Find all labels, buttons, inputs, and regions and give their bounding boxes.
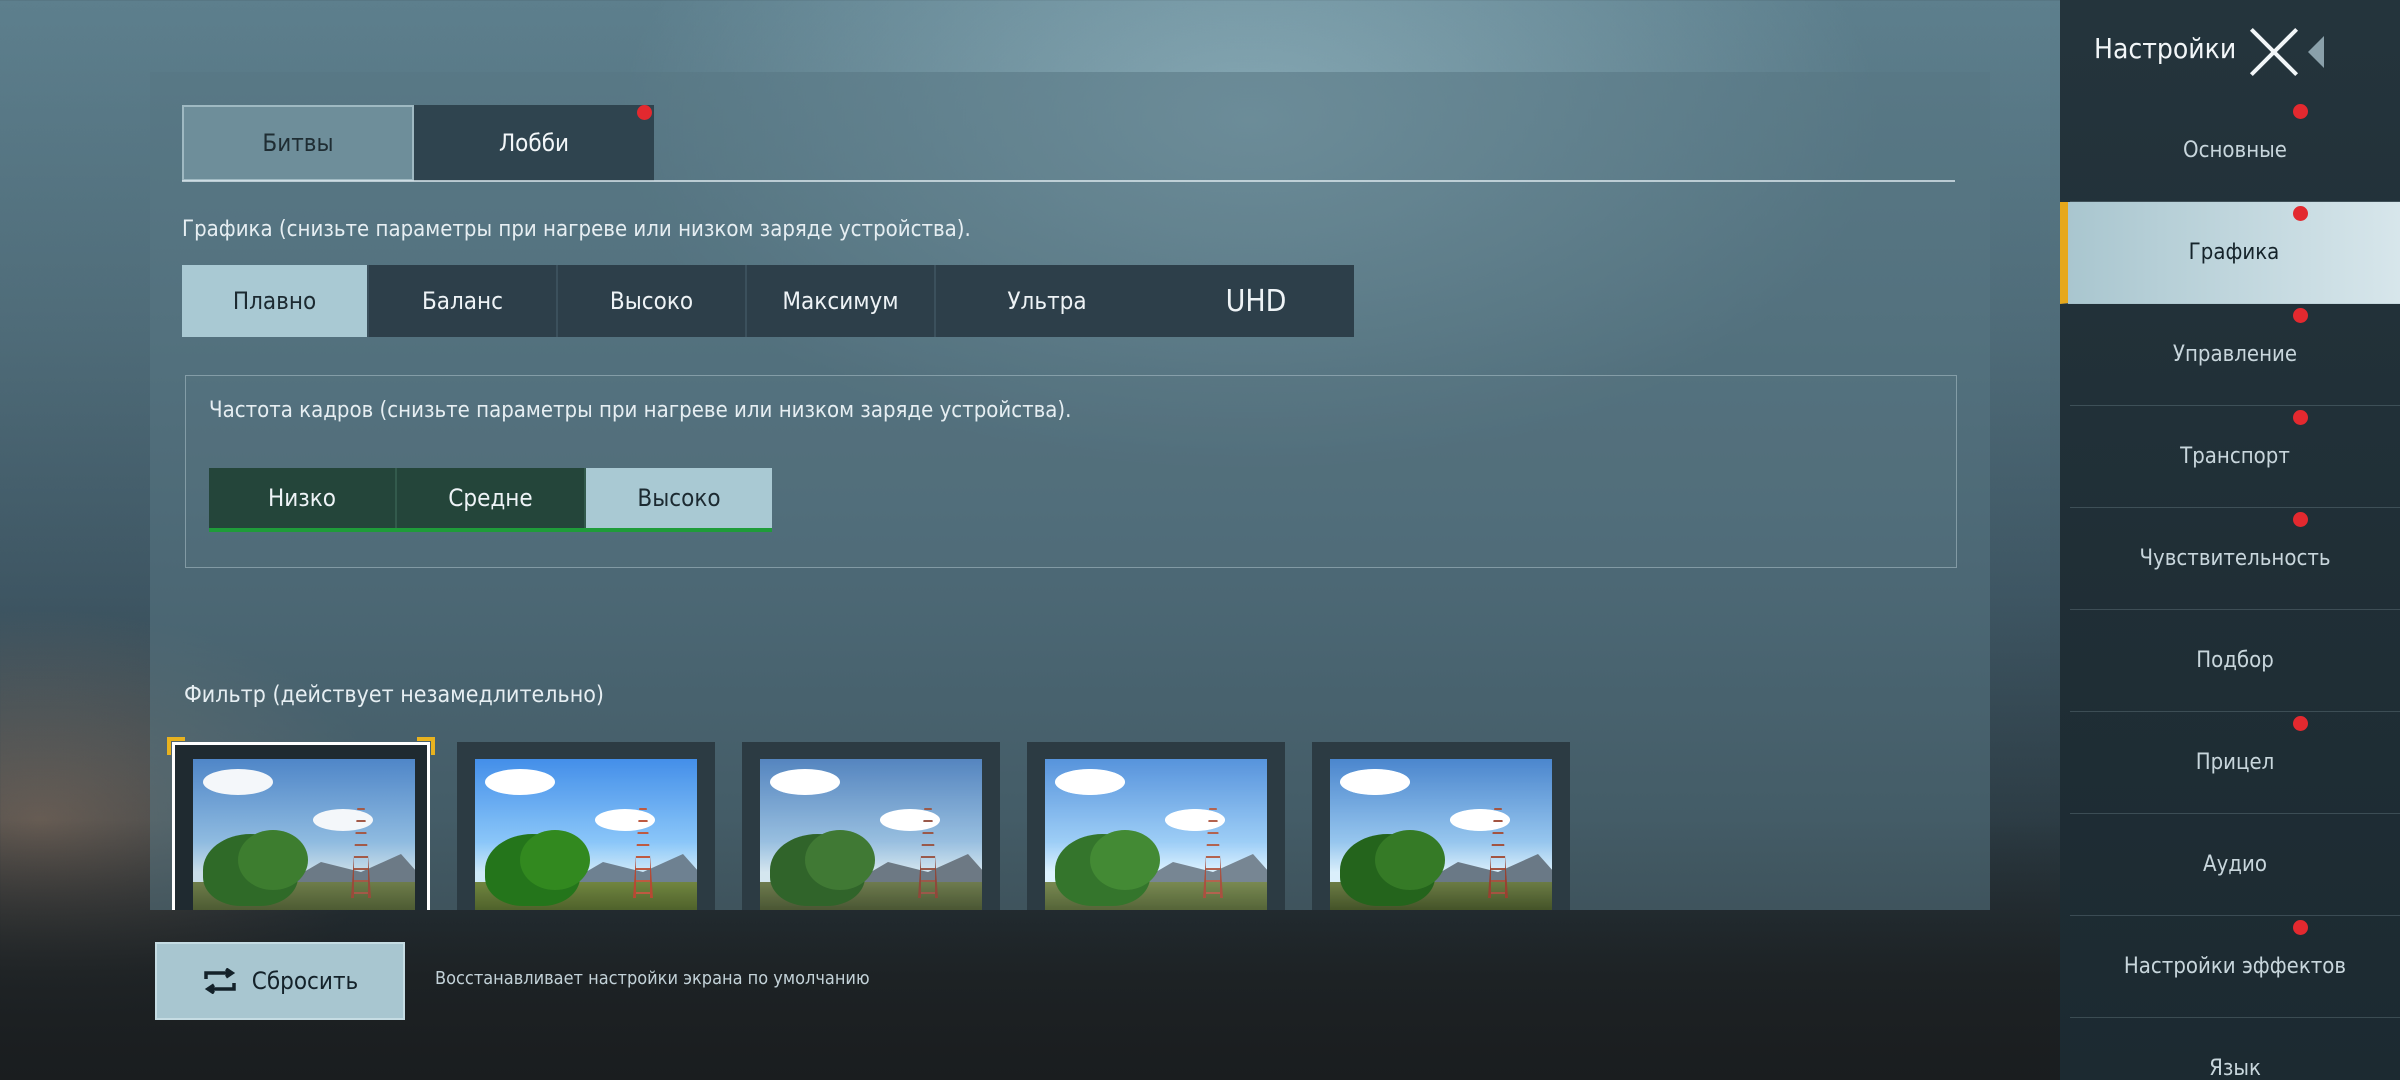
sidebar-item-graphics[interactable]: Графика [2060, 202, 2400, 304]
sidebar-item-vehicle[interactable]: Транспорт [2070, 406, 2400, 508]
sidebar-item-sensitivity[interactable]: Чувствительность [2070, 508, 2400, 610]
filter-thumbnail-5[interactable] [1312, 742, 1570, 910]
reset-button[interactable]: Сбросить [155, 942, 405, 1020]
sidebar-item-effects[interactable]: Настройки эффектов [2070, 916, 2400, 1018]
sidebar-item-label: Настройки эффектов [2123, 954, 2347, 979]
tab-battles[interactable]: Битвы [182, 105, 414, 181]
sidebar-item-language[interactable]: Язык [2070, 1018, 2400, 1080]
sidebar-item-label: Основные [2183, 138, 2287, 163]
graphics-option-uhd[interactable]: UHD [1158, 265, 1354, 337]
graphics-option-max[interactable]: Максимум [747, 265, 936, 337]
filter-preview-image [1045, 759, 1267, 910]
tabs-divider [182, 180, 1955, 182]
tab-lobby[interactable]: Лобби [414, 105, 654, 181]
notification-dot [2293, 716, 2308, 731]
tab-lobby-label: Лобби [498, 129, 570, 157]
sidebar-item-controls[interactable]: Управление [2070, 304, 2400, 406]
sidebar-item-label: Управление [2172, 342, 2298, 367]
sidebar-item-label: Чувствительность [2139, 546, 2331, 571]
fps-option-high[interactable]: Высоко [586, 468, 772, 528]
notification-dot [2293, 104, 2308, 119]
fps-selector: Низко Средне Высоко [209, 468, 772, 532]
notification-dot [2293, 410, 2308, 425]
sidebar-item-label: Подбор [2196, 648, 2274, 673]
sidebar-item-label: Аудио [2203, 852, 2267, 877]
sidebar-item-label: Транспорт [2180, 444, 2290, 469]
filter-preview-image [475, 759, 697, 910]
filter-thumbnail-4[interactable] [1027, 742, 1285, 910]
reset-label: Сбросить [251, 967, 359, 995]
filter-heading: Фильтр (действует незамедлительно) [184, 682, 604, 708]
graphics-option-high[interactable]: Высоко [558, 265, 747, 337]
mode-tabs: Битвы Лобби [182, 105, 654, 181]
settings-panel: Битвы Лобби Графика (снизьте параметры п… [150, 72, 1990, 910]
filter-thumbnail-2[interactable] [457, 742, 715, 910]
sidebar-item-basic[interactable]: Основные [2070, 100, 2400, 202]
notification-dot [2293, 920, 2308, 935]
reset-icon [202, 967, 238, 995]
sidebar-menu: Основные Графика Управление Транспорт Чу… [2060, 100, 2400, 1080]
filter-preview-image [760, 759, 982, 910]
filter-thumbnail-3[interactable] [742, 742, 1000, 910]
sidebar-title: Настройки [2094, 32, 2237, 65]
filter-list [167, 737, 1570, 910]
filter-thumbnail-1[interactable] [167, 737, 435, 910]
sidebar-item-label: Язык [2209, 1056, 2261, 1080]
notification-dot [637, 105, 652, 120]
selection-corner [417, 737, 435, 755]
fps-section: Частота кадров (снизьте параметры при на… [185, 375, 1957, 568]
notification-dot [2293, 512, 2308, 527]
graphics-option-smooth[interactable]: Плавно [182, 265, 369, 337]
fps-option-low[interactable]: Низко [209, 468, 397, 528]
filter-preview-image [193, 759, 415, 910]
fps-heading: Частота кадров (снизьте параметры при на… [209, 398, 1072, 423]
sidebar-item-label: Графика [2188, 240, 2280, 265]
notification-dot [2293, 206, 2308, 221]
notification-dot [2293, 308, 2308, 323]
sidebar-item-label: Прицел [2195, 750, 2275, 775]
settings-sidebar: Настройки Основные Графика Управление Тр… [2060, 0, 2400, 1080]
close-icon[interactable] [2246, 24, 2302, 80]
reset-description: Восстанавливает настройки экрана по умол… [435, 968, 870, 989]
graphics-heading: Графика (снизьте параметры при нагреве и… [182, 217, 971, 242]
sidebar-item-scope[interactable]: Прицел [2070, 712, 2400, 814]
filter-preview-image [1330, 759, 1552, 910]
graphics-option-balanced[interactable]: Баланс [369, 265, 558, 337]
fps-option-medium[interactable]: Средне [397, 468, 586, 528]
graphics-quality-selector: Плавно Баланс Высоко Максимум Ультра UHD [182, 265, 1354, 337]
sidebar-item-pickup[interactable]: Подбор [2070, 610, 2400, 712]
sidebar-item-audio[interactable]: Аудио [2070, 814, 2400, 916]
selection-corner [167, 737, 185, 755]
collapse-arrow-icon[interactable] [2308, 36, 2324, 68]
graphics-option-ultra[interactable]: Ультра [936, 265, 1158, 337]
